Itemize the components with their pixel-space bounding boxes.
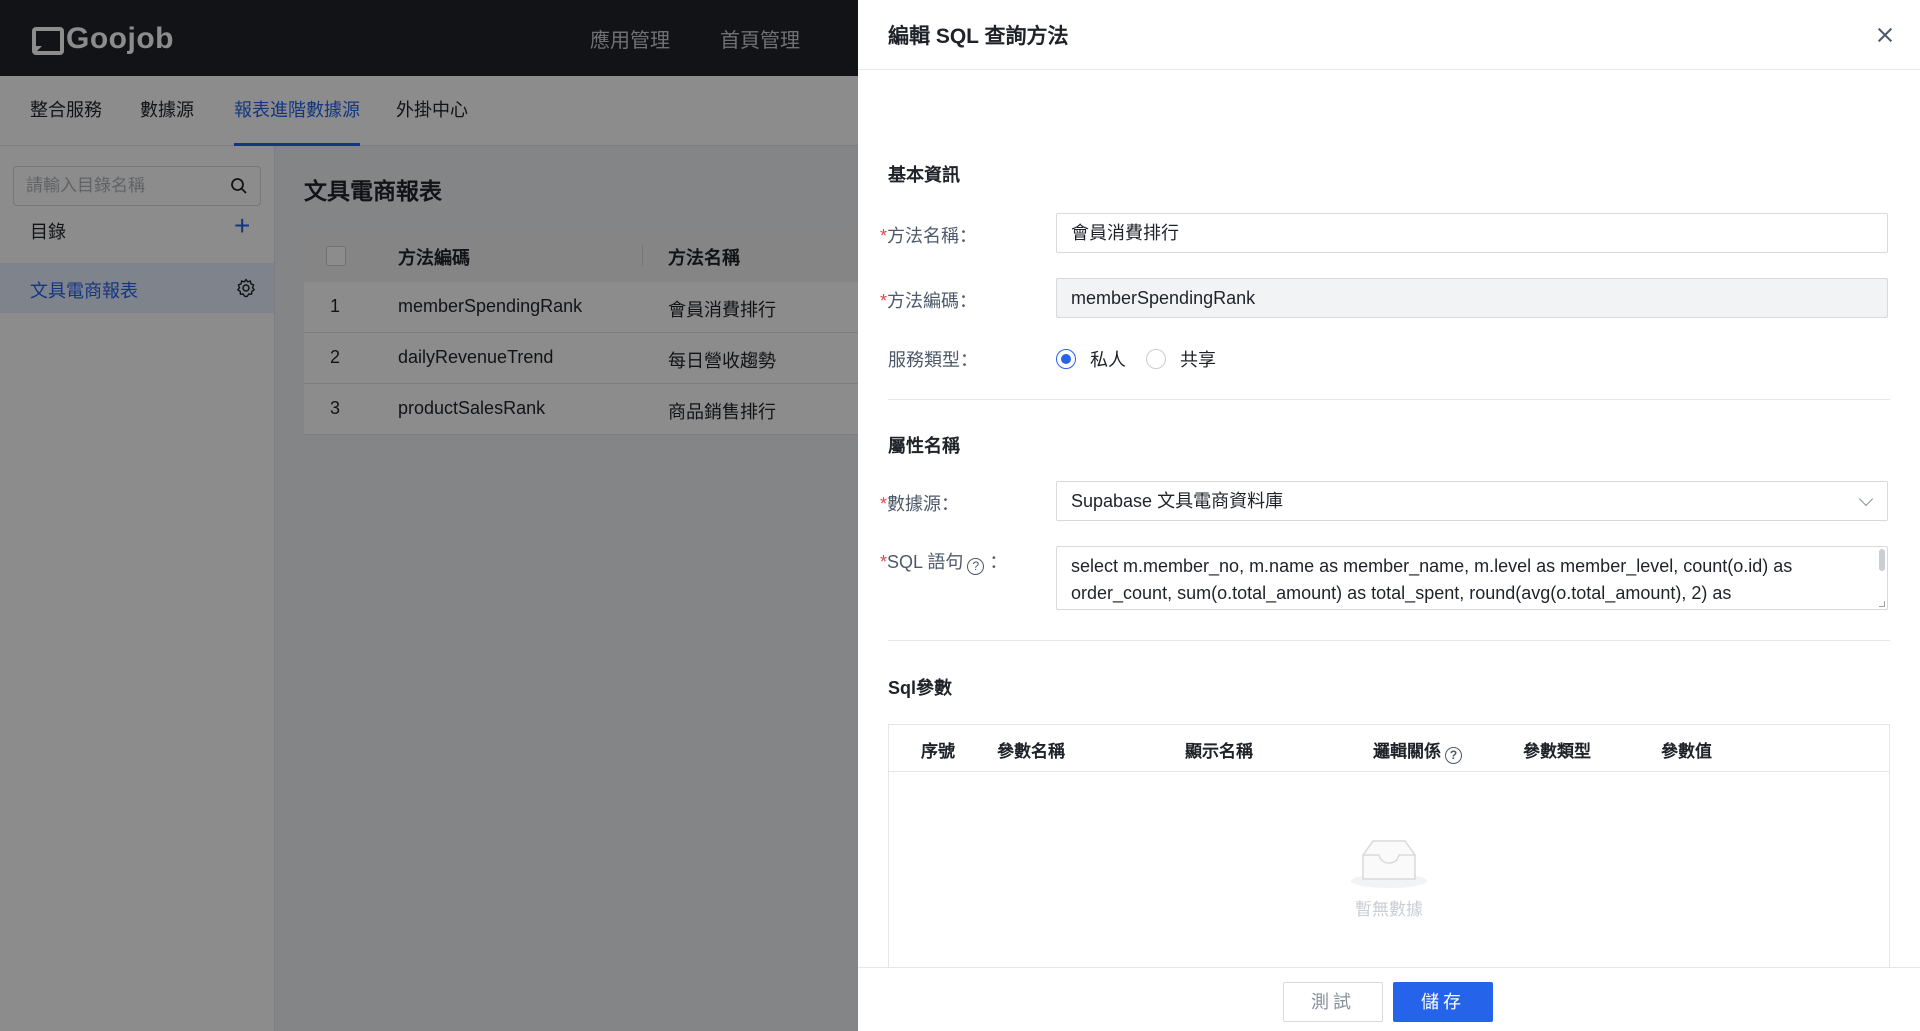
method-code-label-text: 方法編碼：	[887, 291, 978, 311]
column-logic-relation-text: 邏輯關係	[1373, 742, 1441, 761]
required-mark: *	[880, 291, 888, 311]
required-mark: *	[880, 226, 888, 246]
column-param-type: 參數類型	[1523, 742, 1591, 761]
test-button[interactable]: 測試	[1283, 982, 1383, 1022]
method-code-input: memberSpendingRank	[1056, 278, 1888, 318]
section-divider	[888, 640, 1890, 641]
close-icon[interactable]	[1872, 22, 1898, 48]
help-icon[interactable]: ?	[967, 558, 985, 575]
method-name-label: *方法名稱：	[880, 222, 977, 248]
radio-private[interactable]: 私人	[1056, 346, 1126, 372]
sql-text: select m.member_no, m.name as member_nam…	[1071, 556, 1793, 603]
edit-sql-drawer: 編輯 SQL 查詢方法 基本資訊 *方法名稱： 會員消費排行 *方法編碼： me…	[858, 0, 1920, 1031]
sql-label: *SQL 語句? ：	[880, 548, 1007, 575]
empty-inbox-icon	[1349, 833, 1429, 889]
save-button[interactable]: 儲存	[1393, 982, 1493, 1022]
column-param-value: 參數值	[1661, 742, 1712, 761]
column-display-name: 顯示名稱	[1185, 742, 1253, 761]
radio-private-circle[interactable]	[1056, 349, 1076, 369]
resize-handle[interactable]	[1879, 601, 1885, 607]
required-mark: *	[880, 494, 888, 514]
datasource-select[interactable]: Supabase 文具電商資料庫	[1056, 481, 1888, 521]
method-code-label: *方法編碼：	[880, 287, 977, 313]
radio-private-label: 私人	[1090, 350, 1126, 370]
column-param-name: 參數名稱	[997, 742, 1065, 761]
sql-label-text: SQL 語句	[887, 552, 964, 572]
datasource-selected-value: Supabase 文具電商資料庫	[1071, 491, 1284, 511]
radio-shared-circle[interactable]	[1146, 349, 1166, 369]
params-table-header: 序號 參數名稱 顯示名稱 邏輯關係? 參數類型 參數值	[889, 725, 1889, 772]
sql-textarea[interactable]: select m.member_no, m.name as member_nam…	[1056, 546, 1888, 610]
drawer-title: 編輯 SQL 查詢方法	[888, 25, 1069, 48]
method-name-label-text: 方法名稱：	[887, 226, 978, 246]
help-icon[interactable]: ?	[1445, 747, 1462, 764]
drawer-header: 編輯 SQL 查詢方法	[858, 0, 1920, 70]
sql-label-colon: ：	[989, 552, 1008, 572]
service-type-label: 服務類型：	[888, 350, 978, 370]
required-mark: *	[880, 552, 888, 572]
column-index: 序號	[921, 742, 955, 761]
scrollbar-thumb[interactable]	[1879, 549, 1885, 571]
method-name-input[interactable]: 會員消費排行	[1056, 213, 1888, 253]
datasource-label-text: 數據源：	[887, 494, 960, 514]
radio-shared[interactable]: 共享	[1146, 346, 1216, 372]
datasource-label: *數據源：	[880, 490, 959, 516]
column-logic-relation: 邏輯關係?	[1373, 737, 1462, 764]
radio-shared-label: 共享	[1180, 350, 1216, 370]
empty-text: 暫無數據	[1355, 900, 1423, 919]
section-attributes: 屬性名稱	[888, 436, 960, 456]
drawer-footer: 測試 儲存	[858, 967, 1920, 1031]
section-divider	[888, 399, 1890, 400]
section-sql-params: Sql參數	[888, 678, 953, 698]
chevron-down-icon	[1858, 491, 1874, 507]
section-basic-info: 基本資訊	[888, 165, 960, 185]
